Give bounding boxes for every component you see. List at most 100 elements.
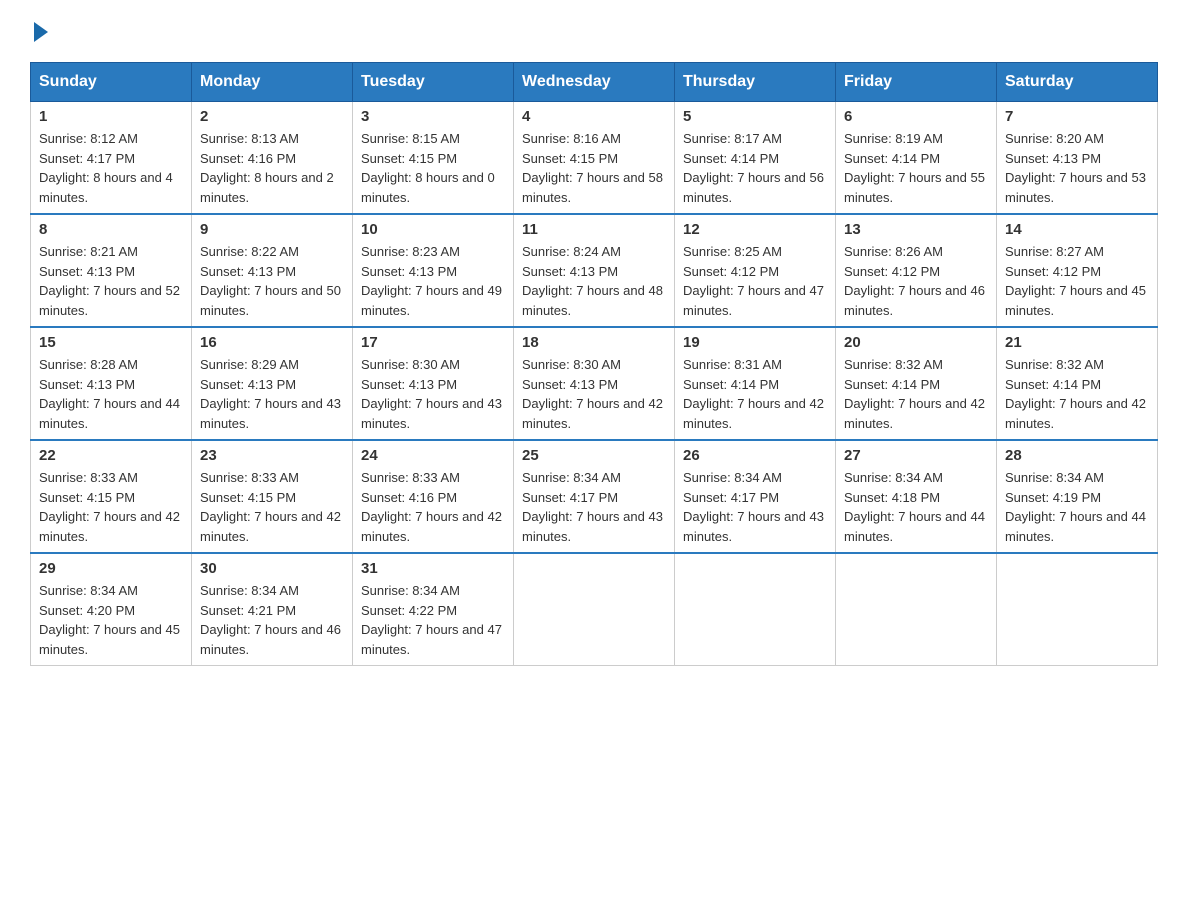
day-number: 4 <box>522 108 666 125</box>
table-row: 14 Sunrise: 8:27 AM Sunset: 4:12 PM Dayl… <box>997 214 1158 327</box>
table-row: 1 Sunrise: 8:12 AM Sunset: 4:17 PM Dayli… <box>31 102 192 215</box>
calendar-week-row: 29 Sunrise: 8:34 AM Sunset: 4:20 PM Dayl… <box>31 553 1158 666</box>
day-number: 30 <box>200 560 344 577</box>
table-row: 15 Sunrise: 8:28 AM Sunset: 4:13 PM Dayl… <box>31 327 192 440</box>
table-row: 4 Sunrise: 8:16 AM Sunset: 4:15 PM Dayli… <box>514 102 675 215</box>
day-info: Sunrise: 8:34 AM Sunset: 4:18 PM Dayligh… <box>844 470 985 544</box>
header-tuesday: Tuesday <box>353 63 514 102</box>
day-info: Sunrise: 8:33 AM Sunset: 4:15 PM Dayligh… <box>200 470 341 544</box>
day-number: 15 <box>39 334 183 351</box>
day-number: 8 <box>39 221 183 238</box>
day-number: 31 <box>361 560 505 577</box>
day-number: 28 <box>1005 447 1149 464</box>
day-number: 16 <box>200 334 344 351</box>
day-number: 13 <box>844 221 988 238</box>
day-number: 20 <box>844 334 988 351</box>
calendar-week-row: 22 Sunrise: 8:33 AM Sunset: 4:15 PM Dayl… <box>31 440 1158 553</box>
table-row: 29 Sunrise: 8:34 AM Sunset: 4:20 PM Dayl… <box>31 553 192 666</box>
table-row: 23 Sunrise: 8:33 AM Sunset: 4:15 PM Dayl… <box>192 440 353 553</box>
day-number: 24 <box>361 447 505 464</box>
table-row: 19 Sunrise: 8:31 AM Sunset: 4:14 PM Dayl… <box>675 327 836 440</box>
day-number: 23 <box>200 447 344 464</box>
day-number: 7 <box>1005 108 1149 125</box>
day-info: Sunrise: 8:34 AM Sunset: 4:17 PM Dayligh… <box>522 470 663 544</box>
day-info: Sunrise: 8:34 AM Sunset: 4:19 PM Dayligh… <box>1005 470 1146 544</box>
day-info: Sunrise: 8:26 AM Sunset: 4:12 PM Dayligh… <box>844 244 985 318</box>
header-thursday: Thursday <box>675 63 836 102</box>
table-row <box>514 553 675 666</box>
day-info: Sunrise: 8:17 AM Sunset: 4:14 PM Dayligh… <box>683 131 824 205</box>
day-number: 14 <box>1005 221 1149 238</box>
day-number: 26 <box>683 447 827 464</box>
day-info: Sunrise: 8:25 AM Sunset: 4:12 PM Dayligh… <box>683 244 824 318</box>
day-info: Sunrise: 8:34 AM Sunset: 4:21 PM Dayligh… <box>200 583 341 657</box>
table-row: 3 Sunrise: 8:15 AM Sunset: 4:15 PM Dayli… <box>353 102 514 215</box>
day-info: Sunrise: 8:28 AM Sunset: 4:13 PM Dayligh… <box>39 357 180 431</box>
day-number: 1 <box>39 108 183 125</box>
table-row: 16 Sunrise: 8:29 AM Sunset: 4:13 PM Dayl… <box>192 327 353 440</box>
day-info: Sunrise: 8:30 AM Sunset: 4:13 PM Dayligh… <box>361 357 502 431</box>
table-row: 5 Sunrise: 8:17 AM Sunset: 4:14 PM Dayli… <box>675 102 836 215</box>
day-number: 2 <box>200 108 344 125</box>
table-row: 10 Sunrise: 8:23 AM Sunset: 4:13 PM Dayl… <box>353 214 514 327</box>
day-number: 11 <box>522 221 666 238</box>
table-row: 24 Sunrise: 8:33 AM Sunset: 4:16 PM Dayl… <box>353 440 514 553</box>
day-info: Sunrise: 8:34 AM Sunset: 4:22 PM Dayligh… <box>361 583 502 657</box>
table-row: 11 Sunrise: 8:24 AM Sunset: 4:13 PM Dayl… <box>514 214 675 327</box>
table-row: 20 Sunrise: 8:32 AM Sunset: 4:14 PM Dayl… <box>836 327 997 440</box>
table-row: 26 Sunrise: 8:34 AM Sunset: 4:17 PM Dayl… <box>675 440 836 553</box>
day-info: Sunrise: 8:30 AM Sunset: 4:13 PM Dayligh… <box>522 357 663 431</box>
table-row: 17 Sunrise: 8:30 AM Sunset: 4:13 PM Dayl… <box>353 327 514 440</box>
table-row: 6 Sunrise: 8:19 AM Sunset: 4:14 PM Dayli… <box>836 102 997 215</box>
table-row: 13 Sunrise: 8:26 AM Sunset: 4:12 PM Dayl… <box>836 214 997 327</box>
table-row: 22 Sunrise: 8:33 AM Sunset: 4:15 PM Dayl… <box>31 440 192 553</box>
calendar-table: Sunday Monday Tuesday Wednesday Thursday… <box>30 62 1158 666</box>
table-row: 27 Sunrise: 8:34 AM Sunset: 4:18 PM Dayl… <box>836 440 997 553</box>
day-info: Sunrise: 8:31 AM Sunset: 4:14 PM Dayligh… <box>683 357 824 431</box>
day-info: Sunrise: 8:21 AM Sunset: 4:13 PM Dayligh… <box>39 244 180 318</box>
header-monday: Monday <box>192 63 353 102</box>
header-wednesday: Wednesday <box>514 63 675 102</box>
day-info: Sunrise: 8:23 AM Sunset: 4:13 PM Dayligh… <box>361 244 502 318</box>
calendar-week-row: 15 Sunrise: 8:28 AM Sunset: 4:13 PM Dayl… <box>31 327 1158 440</box>
day-info: Sunrise: 8:16 AM Sunset: 4:15 PM Dayligh… <box>522 131 663 205</box>
table-row <box>997 553 1158 666</box>
day-info: Sunrise: 8:12 AM Sunset: 4:17 PM Dayligh… <box>39 131 173 205</box>
day-info: Sunrise: 8:33 AM Sunset: 4:15 PM Dayligh… <box>39 470 180 544</box>
day-number: 27 <box>844 447 988 464</box>
day-number: 18 <box>522 334 666 351</box>
day-info: Sunrise: 8:13 AM Sunset: 4:16 PM Dayligh… <box>200 131 334 205</box>
day-info: Sunrise: 8:32 AM Sunset: 4:14 PM Dayligh… <box>844 357 985 431</box>
table-row: 12 Sunrise: 8:25 AM Sunset: 4:12 PM Dayl… <box>675 214 836 327</box>
table-row: 2 Sunrise: 8:13 AM Sunset: 4:16 PM Dayli… <box>192 102 353 215</box>
table-row: 9 Sunrise: 8:22 AM Sunset: 4:13 PM Dayli… <box>192 214 353 327</box>
day-number: 25 <box>522 447 666 464</box>
logo <box>30 20 48 42</box>
calendar-week-row: 1 Sunrise: 8:12 AM Sunset: 4:17 PM Dayli… <box>31 102 1158 215</box>
table-row: 30 Sunrise: 8:34 AM Sunset: 4:21 PM Dayl… <box>192 553 353 666</box>
day-number: 12 <box>683 221 827 238</box>
table-row: 31 Sunrise: 8:34 AM Sunset: 4:22 PM Dayl… <box>353 553 514 666</box>
day-number: 3 <box>361 108 505 125</box>
day-info: Sunrise: 8:20 AM Sunset: 4:13 PM Dayligh… <box>1005 131 1146 205</box>
day-number: 19 <box>683 334 827 351</box>
calendar-week-row: 8 Sunrise: 8:21 AM Sunset: 4:13 PM Dayli… <box>31 214 1158 327</box>
day-number: 17 <box>361 334 505 351</box>
day-info: Sunrise: 8:27 AM Sunset: 4:12 PM Dayligh… <box>1005 244 1146 318</box>
day-info: Sunrise: 8:19 AM Sunset: 4:14 PM Dayligh… <box>844 131 985 205</box>
day-info: Sunrise: 8:24 AM Sunset: 4:13 PM Dayligh… <box>522 244 663 318</box>
logo-triangle-icon <box>34 22 48 42</box>
header-row: Sunday Monday Tuesday Wednesday Thursday… <box>31 63 1158 102</box>
day-info: Sunrise: 8:29 AM Sunset: 4:13 PM Dayligh… <box>200 357 341 431</box>
table-row: 18 Sunrise: 8:30 AM Sunset: 4:13 PM Dayl… <box>514 327 675 440</box>
day-info: Sunrise: 8:33 AM Sunset: 4:16 PM Dayligh… <box>361 470 502 544</box>
day-number: 22 <box>39 447 183 464</box>
day-number: 9 <box>200 221 344 238</box>
day-number: 6 <box>844 108 988 125</box>
day-number: 10 <box>361 221 505 238</box>
table-row: 8 Sunrise: 8:21 AM Sunset: 4:13 PM Dayli… <box>31 214 192 327</box>
day-info: Sunrise: 8:34 AM Sunset: 4:20 PM Dayligh… <box>39 583 180 657</box>
table-row <box>675 553 836 666</box>
page-header <box>30 20 1158 42</box>
day-info: Sunrise: 8:15 AM Sunset: 4:15 PM Dayligh… <box>361 131 495 205</box>
